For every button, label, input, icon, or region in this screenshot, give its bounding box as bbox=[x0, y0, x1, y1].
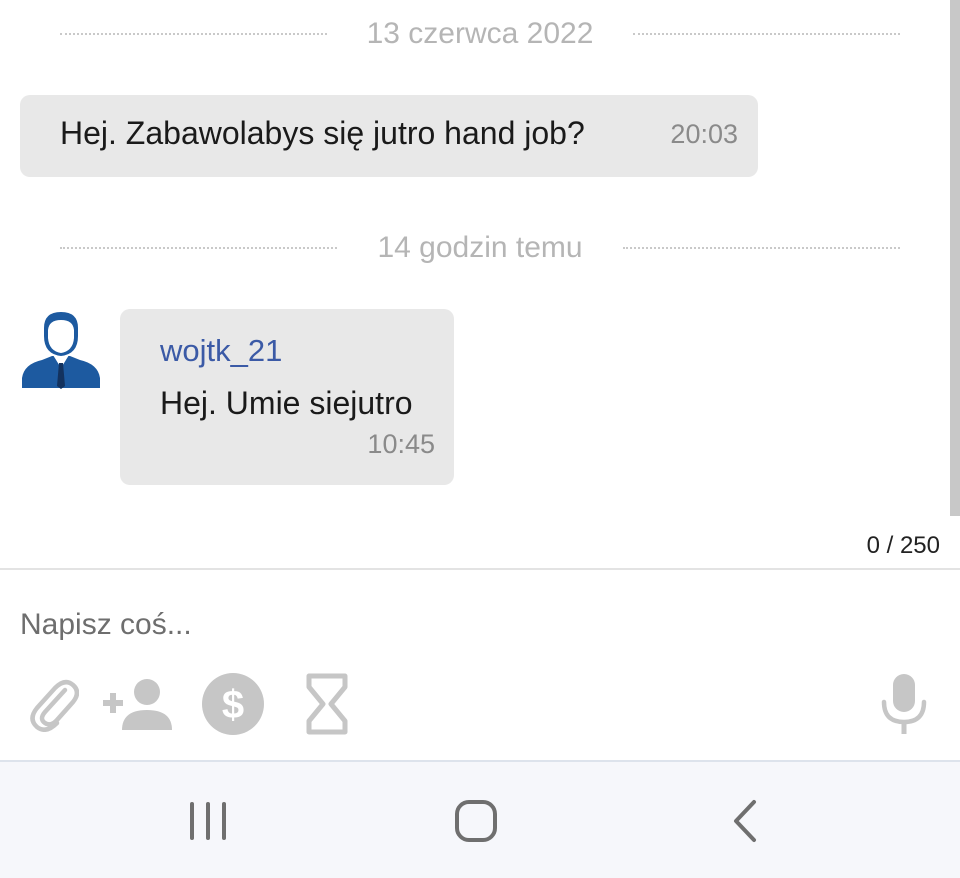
message-author[interactable]: wojtk_21 bbox=[160, 333, 282, 369]
scrollbar[interactable] bbox=[950, 0, 960, 516]
message-composer: $ bbox=[0, 568, 960, 760]
message-text: Hej. Zabawolabys się jutro hand job? bbox=[60, 115, 585, 151]
separator-line bbox=[633, 33, 900, 35]
message-input[interactable] bbox=[0, 590, 800, 660]
separator-line bbox=[622, 247, 901, 249]
back-icon bbox=[734, 800, 756, 842]
home-button[interactable] bbox=[431, 786, 521, 856]
svg-text:$: $ bbox=[222, 683, 244, 727]
date-separator: 13 czerwca 2022 bbox=[60, 14, 900, 54]
message-time: 20:03 bbox=[670, 119, 738, 149]
separator-line bbox=[60, 33, 327, 35]
hourglass-icon bbox=[306, 673, 348, 735]
voice-message-button[interactable] bbox=[876, 668, 932, 740]
add-user-button[interactable] bbox=[100, 668, 176, 740]
chat-screen: 13 czerwca 2022 Hej. Zabawolabys się jut… bbox=[0, 0, 960, 878]
message-bubble-outgoing[interactable]: Hej. Zabawolabys się jutro hand job? 20:… bbox=[20, 95, 758, 177]
date-separator: 14 godzin temu bbox=[60, 228, 901, 268]
back-button[interactable] bbox=[700, 786, 790, 856]
microphone-icon bbox=[881, 674, 927, 734]
home-icon bbox=[455, 800, 497, 842]
date-label: 14 godzin temu bbox=[377, 231, 583, 264]
add-person-icon bbox=[103, 679, 172, 730]
message-list[interactable]: 13 czerwca 2022 Hej. Zabawolabys się jut… bbox=[0, 0, 960, 568]
message-bubble-incoming[interactable]: wojtk_21 Hej. Umie siejutro 10:45 bbox=[120, 309, 454, 485]
date-label: 13 czerwca 2022 bbox=[366, 17, 594, 50]
message-text: Hej. Umie siejutro bbox=[160, 385, 413, 421]
dollar-coin-icon: $ bbox=[202, 673, 264, 735]
system-navigation-bar bbox=[0, 760, 960, 878]
character-counter: 0 / 250 bbox=[866, 532, 940, 559]
separator-line bbox=[60, 247, 338, 249]
message-time: 10:45 bbox=[367, 429, 435, 459]
paperclip-icon bbox=[30, 679, 79, 732]
attach-button[interactable] bbox=[26, 668, 82, 740]
timer-button[interactable] bbox=[302, 668, 352, 740]
recent-apps-icon bbox=[190, 802, 226, 840]
recent-apps-button[interactable] bbox=[163, 786, 253, 856]
user-avatar-icon[interactable] bbox=[20, 308, 102, 390]
money-button[interactable]: $ bbox=[198, 668, 268, 740]
